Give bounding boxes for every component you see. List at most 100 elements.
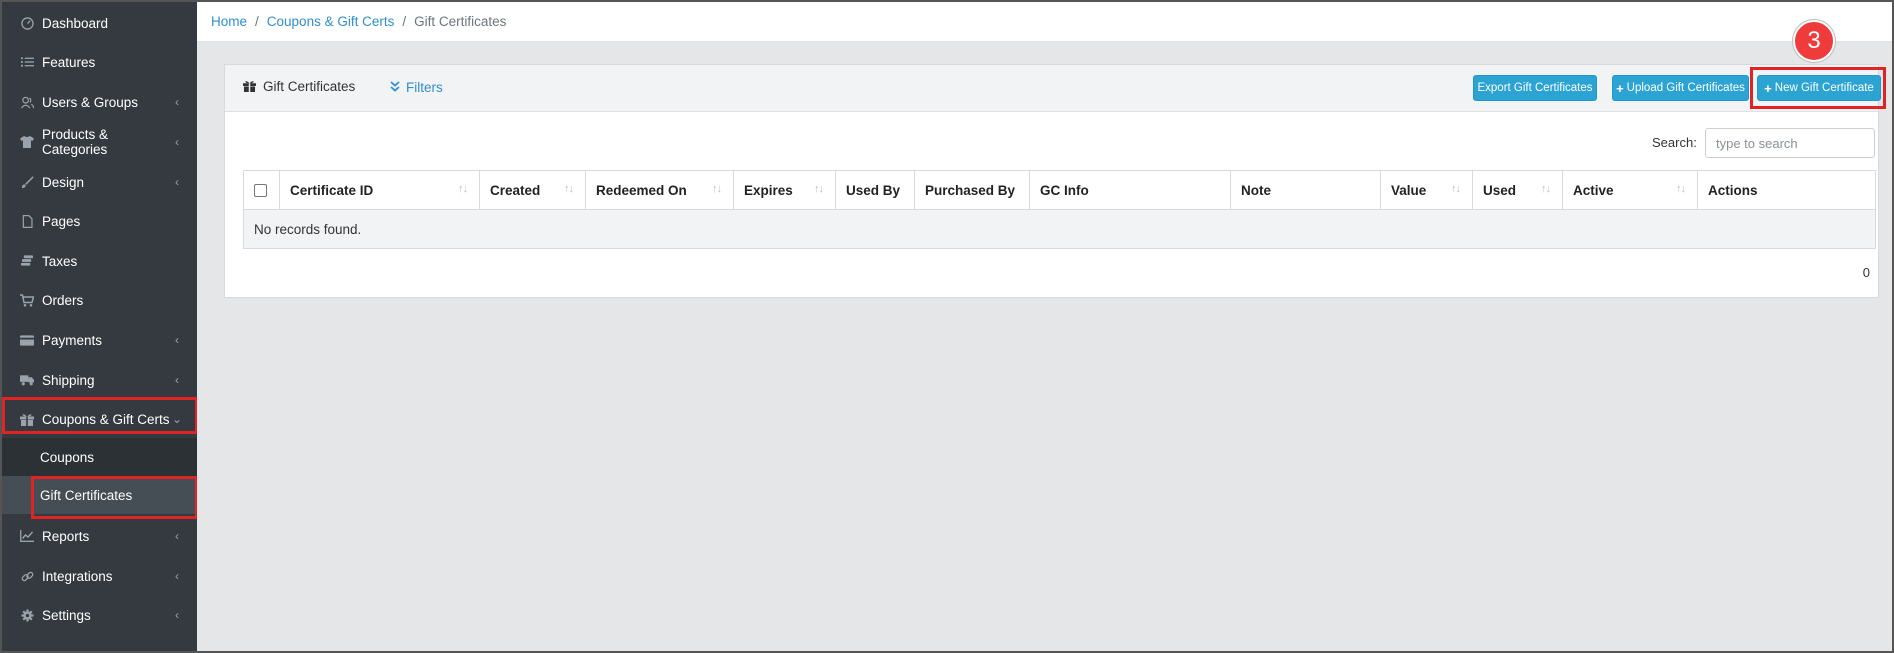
sidebar-item-label: Pages (42, 213, 81, 229)
sidebar-item-settings[interactable]: Settings ‹ (2, 598, 197, 632)
chevron-left-icon: ‹ (175, 135, 179, 149)
sidebar-item-payments[interactable]: Payments ‹ (2, 323, 197, 357)
gear-icon (20, 608, 34, 622)
sidebar-item-label: Dashboard (42, 15, 109, 31)
chevron-left-icon: ‹ (175, 333, 179, 347)
filters-label: Filters (406, 80, 443, 95)
sidebar-item-label: Products & Categories (42, 127, 109, 157)
column-header-certificate-id[interactable]: Certificate ID ↑↓ (279, 170, 480, 210)
link-icon (20, 569, 34, 583)
sidebar-item-label: Design (42, 174, 85, 190)
table-row: No records found. (243, 209, 1876, 249)
sidebar-item-products-categories[interactable]: Products & Categories ‹ (2, 125, 197, 159)
breadcrumb-home-link[interactable]: Home (211, 14, 247, 29)
card-header: Gift Certificates Filters Export Gift Ce… (225, 65, 1881, 112)
column-header-purchased-by: Purchased By (914, 170, 1030, 210)
chart-icon (20, 529, 34, 543)
truck-icon (20, 373, 34, 387)
column-header-note: Note (1230, 170, 1381, 210)
gift-certificates-table: Certificate ID ↑↓ Created ↑↓ Redeemed On ↑↓… (243, 170, 1876, 249)
sidebar-item-design[interactable]: Design ‹ (2, 165, 197, 199)
sidebar-item-label: Shipping (42, 372, 95, 388)
sidebar-item-label: Coupons (40, 449, 95, 465)
column-header-active[interactable]: Active ↑↓ (1562, 170, 1698, 210)
sort-icon: ↑↓ (1676, 183, 1686, 195)
sidebar-item-label: Settings (42, 607, 91, 623)
chevron-left-icon: ‹ (175, 529, 179, 543)
card-title-text: Gift Certificates (263, 79, 356, 94)
sidebar-item-taxes[interactable]: Taxes (2, 244, 197, 278)
upload-gift-certificates-button[interactable]: + Upload Gift Certificates (1612, 75, 1749, 101)
sidebar-item-label: Users & Groups (42, 94, 139, 110)
table-header-row: Certificate ID ↑↓ Created ↑↓ Redeemed On ↑↓… (243, 170, 1876, 210)
sidebar-item-features[interactable]: Features (2, 45, 197, 79)
sidebar-item-label: Orders (42, 292, 84, 308)
credit-card-icon (20, 333, 34, 347)
sort-icon: ↑↓ (1541, 183, 1551, 195)
double-chevron-down-icon (390, 80, 400, 95)
card-title: Gift Certificates (243, 79, 355, 94)
sidebar-item-users-groups[interactable]: Users & Groups ‹ (2, 85, 197, 119)
column-header-created[interactable]: Created ↑↓ (479, 170, 586, 210)
sort-icon: ↑↓ (564, 183, 574, 195)
users-icon (20, 95, 34, 109)
sidebar-item-reports[interactable]: Reports ‹ (2, 519, 197, 553)
sidebar-item-label: Payments (42, 332, 103, 348)
sort-icon: ↑↓ (814, 183, 824, 195)
sidebar-item-orders[interactable]: Orders (2, 283, 197, 317)
breadcrumb-separator: / (255, 14, 259, 29)
column-header-used[interactable]: Used ↑↓ (1472, 170, 1563, 210)
search-label: Search: (1652, 135, 1697, 150)
breadcrumb: Home / Coupons & Gift Certs / Gift Certi… (197, 2, 1892, 42)
sidebar: Dashboard Features Users & Groups ‹ Prod… (2, 2, 197, 651)
column-header-expires[interactable]: Expires ↑↓ (733, 170, 836, 210)
filters-toggle[interactable]: Filters (390, 80, 443, 95)
highlight-box-step-2 (31, 476, 198, 519)
coins-icon (20, 254, 34, 268)
tshirt-icon (20, 135, 34, 149)
sort-icon: ↑↓ (458, 183, 468, 195)
sidebar-item-label: Reports (42, 528, 90, 544)
sort-icon: ↑↓ (712, 183, 722, 195)
column-header-redeemed-on[interactable]: Redeemed On ↑↓ (585, 170, 734, 210)
sort-icon: ↑↓ (1451, 183, 1461, 195)
column-header-used-by: Used By (835, 170, 915, 210)
breadcrumb-current: Gift Certificates (414, 14, 507, 29)
chevron-left-icon: ‹ (175, 608, 179, 622)
plus-icon: + (1616, 80, 1624, 96)
chevron-left-icon: ‹ (175, 569, 179, 583)
select-all-checkbox[interactable] (254, 184, 267, 198)
sidebar-item-label: Taxes (42, 253, 78, 269)
page-icon (20, 214, 34, 228)
step-badge-3: 3 (1793, 20, 1835, 62)
sidebar-item-dashboard[interactable]: Dashboard (2, 6, 197, 40)
search-input[interactable] (1705, 128, 1875, 158)
upload-button-label: Upload Gift Certificates (1626, 82, 1745, 94)
select-all-column (243, 170, 280, 210)
brush-icon (20, 175, 34, 189)
breadcrumb-section-link[interactable]: Coupons & Gift Certs (267, 14, 395, 29)
column-header-gc-info: GC Info (1029, 170, 1231, 210)
record-count: 0 (1862, 265, 1870, 280)
sidebar-item-shipping[interactable]: Shipping ‹ (2, 363, 197, 397)
list-icon (20, 55, 34, 69)
highlight-box-step-3 (1750, 67, 1886, 109)
empty-table-message: No records found. (243, 209, 1876, 249)
highlight-box-step-1 (2, 397, 198, 434)
chevron-left-icon: ‹ (175, 373, 179, 387)
main-content: Gift Certificates Filters Export Gift Ce… (197, 42, 1892, 651)
chevron-left-icon: ‹ (175, 95, 179, 109)
dashboard-icon (20, 16, 34, 30)
sidebar-item-integrations[interactable]: Integrations ‹ (2, 559, 197, 593)
chevron-left-icon: ‹ (175, 175, 179, 189)
gift-icon (243, 80, 256, 93)
sidebar-item-pages[interactable]: Pages (2, 204, 197, 238)
sidebar-subitem-coupons[interactable]: Coupons (2, 438, 197, 476)
export-gift-certificates-button[interactable]: Export Gift Certificates (1473, 75, 1597, 101)
gift-certificates-card: Gift Certificates Filters Export Gift Ce… (224, 64, 1881, 298)
column-header-actions: Actions (1697, 170, 1876, 210)
column-header-value[interactable]: Value ↑↓ (1380, 170, 1473, 210)
cart-icon (20, 293, 34, 307)
sidebar-item-label: Integrations (42, 568, 113, 584)
breadcrumb-separator: / (402, 14, 407, 29)
